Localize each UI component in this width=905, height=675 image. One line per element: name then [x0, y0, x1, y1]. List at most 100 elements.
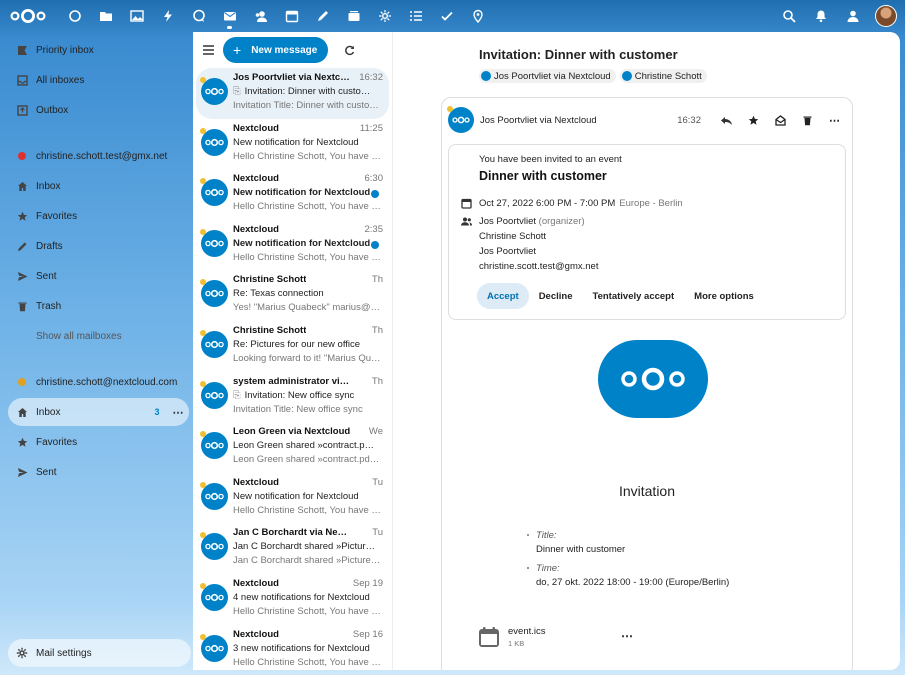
folder-sent[interactable]: Sent [8, 458, 189, 486]
folder-favorites[interactable]: Favorites [8, 202, 189, 230]
account-color-dot [18, 152, 26, 160]
more-actions-icon[interactable]: ⋯ [167, 406, 189, 419]
more-options-button[interactable]: More options [684, 283, 764, 309]
message-time: Tu [372, 476, 383, 488]
notifications-icon[interactable] [805, 0, 837, 32]
bubble-icon[interactable] [369, 0, 400, 32]
message-time: We [368, 426, 383, 438]
decline-button[interactable]: Decline [529, 283, 583, 309]
message-header: Jos Poortvliet via Nextcloud 16:32 ⋯ [447, 106, 848, 134]
message-preview: Jan C Borchardt shared »Pictures« with y… [233, 555, 381, 567]
sender-avatar [447, 106, 474, 133]
accept-button[interactable]: Accept [477, 283, 529, 309]
folder-trash[interactable]: Trash [8, 292, 189, 320]
mail-settings-button[interactable]: Mail settings [8, 639, 191, 667]
search-icon[interactable] [773, 0, 805, 32]
new-message-button[interactable]: + New message [223, 37, 328, 63]
message-list-item[interactable]: system administrator via NextcloudTh⎘Inv… [196, 372, 389, 423]
star-icon[interactable] [740, 115, 767, 126]
more-actions-icon[interactable]: ⋯ [621, 629, 633, 643]
deck-icon[interactable] [338, 0, 369, 32]
outbox-icon [8, 104, 36, 116]
folder-label: Inbox [36, 180, 61, 192]
message-list-item[interactable]: Nextcloud 6:30 New notification for Nextcl… [196, 169, 389, 220]
message-list-item[interactable]: Nextcloud 2:35 New notification for Nextcl… [196, 220, 389, 271]
activity-icon[interactable] [152, 0, 183, 32]
message-list-item[interactable]: Jan C Borchardt via Nextcloud Tu Jan C Bor… [196, 523, 389, 574]
user-avatar[interactable] [875, 5, 897, 27]
calendar-icon [461, 198, 472, 209]
message-sender: Nextcloud [233, 122, 279, 134]
tasks-icon[interactable] [400, 0, 431, 32]
contacts-icon[interactable] [245, 0, 276, 32]
account-header[interactable]: christine.schott.test@gmx.net [8, 142, 189, 170]
attachment[interactable]: event.ics 1 KB ⋯ [478, 626, 633, 648]
recipient-chip[interactable]: Jos Poortvliet via Nextcloud [479, 69, 616, 83]
more-actions-icon[interactable]: ⋯ [821, 114, 848, 127]
photos-icon[interactable] [121, 0, 152, 32]
tentative-button[interactable]: Tentatively accept [582, 283, 684, 309]
message-list-item[interactable]: Christine Schott Th Re: Pictures for our n… [196, 321, 389, 372]
dashboard-icon[interactable] [59, 0, 90, 32]
folder-inbox[interactable]: Inbox 3 ⋯ [8, 398, 189, 426]
delete-icon[interactable] [794, 115, 821, 126]
message-list-item[interactable]: Nextcloud 11:25 New notification for Nextc… [196, 119, 389, 170]
maps-icon[interactable] [462, 0, 493, 32]
message-list-item[interactable]: Nextcloud Tu New notification for Nextclou… [196, 473, 389, 524]
message-subject: 3 new notifications for Nextcloud [233, 643, 376, 654]
contacts-menu-icon[interactable] [837, 0, 869, 32]
sender-name[interactable]: Jos Poortvliet via Nextcloud [480, 115, 677, 126]
recipient-chip[interactable]: Christine Schott [619, 69, 707, 83]
message-list-item[interactable]: Christine Schott Th Re: Texas connection Ye… [196, 270, 389, 321]
folder-label: Sent [36, 466, 57, 478]
subject-text: Invitation: New office sync [244, 389, 355, 401]
nav-label: All inboxes [36, 74, 85, 86]
message-time: Tu [372, 527, 383, 539]
body-heading: Invitation [618, 483, 676, 499]
invitation-intro: You have been invited to an event [479, 154, 622, 165]
account-header[interactable]: christine.schott@nextcloud.com [8, 368, 189, 396]
subject-text: New notification for Nextcloud [233, 187, 371, 199]
folder-label: Sent [36, 270, 57, 282]
message-list-item[interactable]: Nextcloud Sep 19 4 new notifications for N… [196, 574, 389, 625]
account-name: christine.schott.test@gmx.net [36, 150, 168, 162]
notes-icon[interactable] [307, 0, 338, 32]
menu-toggle-icon[interactable] [193, 45, 223, 55]
message-list-item[interactable]: Leon Green via Nextcloud We Leon Green sha… [196, 422, 389, 473]
folder-inbox[interactable]: Inbox [8, 172, 189, 200]
subject-text: New notification for Nextcloud [233, 136, 359, 148]
checkmark-icon[interactable] [431, 0, 462, 32]
sender-avatar [200, 431, 228, 460]
files-icon[interactable] [90, 0, 121, 32]
unread-indicator [371, 240, 379, 249]
reading-pane: Invitation: Dinner with customer Jos Poo… [392, 32, 900, 670]
show-all-mailboxes[interactable]: Show all mailboxes [8, 322, 189, 350]
detail-title: Title: Dinner with customer [526, 530, 729, 555]
folder-drafts[interactable]: Drafts [8, 232, 189, 260]
nav-all-inboxes[interactable]: All inboxes [8, 66, 189, 94]
message-list-item[interactable]: Nextcloud Sep 16 3 new notifications for N… [196, 625, 389, 675]
mail-icon[interactable] [214, 0, 245, 32]
message-subject: 4 new notifications for Nextcloud [233, 592, 376, 603]
nextcloud-logo[interactable] [10, 8, 46, 24]
mark-unread-icon[interactable] [767, 114, 794, 126]
nav-priority-inbox[interactable]: Priority inbox [8, 36, 189, 64]
message-subject: New notification for Nextcloud [233, 238, 376, 249]
calendar-icon[interactable] [276, 0, 307, 32]
attendee: christine.scott.test@gmx.net [479, 261, 599, 272]
subject-text: Leon Green shared »contract.pdf« [233, 440, 376, 452]
message-time: Sep 16 [352, 628, 383, 640]
nav-outbox[interactable]: Outbox [8, 96, 189, 124]
message-sender: Christine Schott [233, 274, 307, 286]
account-color-dot [18, 378, 26, 386]
message-list: + New message Jos Poortvliet via Nextclou… [193, 32, 392, 670]
message-subject: Leon Green shared »contract.pdf« [233, 440, 376, 451]
event-details: Title: Dinner with customer Time: do, 27… [526, 530, 729, 596]
folder-favorites[interactable]: Favorites [8, 428, 189, 456]
refresh-icon[interactable] [334, 45, 364, 56]
talk-icon[interactable] [183, 0, 214, 32]
reply-all-icon[interactable] [713, 115, 740, 126]
message-preview: Hello Christine Schott, You have a new n… [233, 150, 381, 162]
folder-sent[interactable]: Sent [8, 262, 189, 290]
message-list-item[interactable]: Jos Poortvliet via Nextcloud 16:32 ⎘ Invita… [196, 68, 389, 119]
